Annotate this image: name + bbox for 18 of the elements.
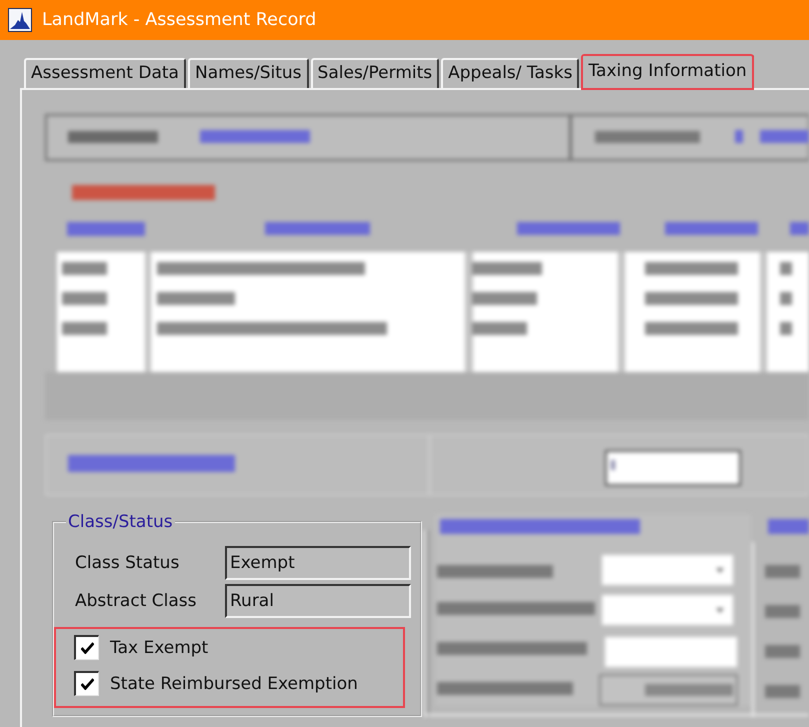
checkbox-label[interactable]: Tax Exempt: [110, 636, 208, 658]
mountain-icon: [8, 8, 32, 32]
checkbox[interactable]: [74, 635, 99, 660]
checkbox-label[interactable]: State Reimbursed Exemption: [110, 672, 358, 694]
tab[interactable]: Taxing Information: [581, 54, 754, 90]
tab[interactable]: Appeals/ Tasks: [441, 58, 580, 88]
checkmark-icon: [80, 642, 94, 654]
checkmark-icon: [80, 678, 94, 690]
group-title: Class/Status: [67, 512, 174, 532]
text-field[interactable]: Rural: [225, 584, 411, 618]
window-title: LandMark - Assessment Record: [42, 9, 316, 31]
text-field[interactable]: Exempt: [225, 546, 411, 580]
field-label: Class Status: [75, 553, 180, 573]
tab[interactable]: Names/Situs: [188, 58, 309, 88]
checkbox[interactable]: [74, 671, 99, 696]
tab[interactable]: Sales/Permits: [310, 58, 440, 88]
field-label: Abstract Class: [75, 591, 198, 611]
tab[interactable]: Assessment Data: [24, 58, 186, 88]
